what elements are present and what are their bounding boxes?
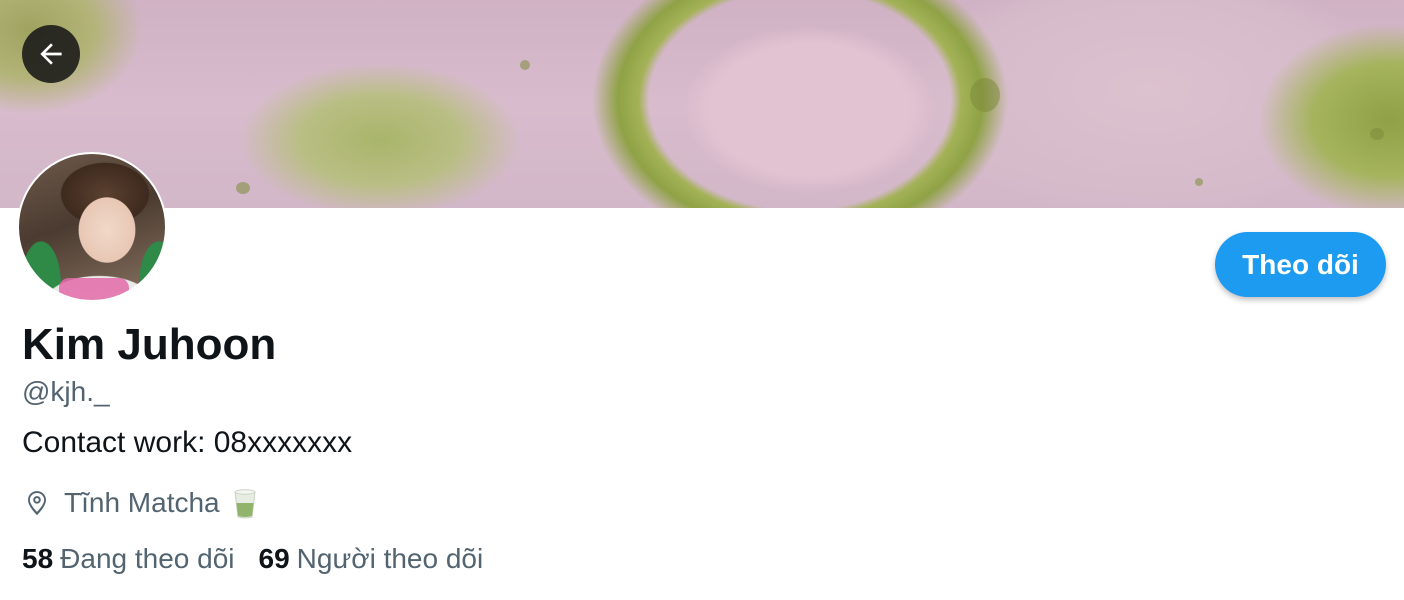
avatar-shirt-print [59,278,129,300]
profile-location: Tĩnh Matcha [22,484,258,522]
followers-stat[interactable]: 69 Người theo dõi [259,540,484,578]
follow-stats: 58 Đang theo dõi 69 Người theo dõi [22,540,507,578]
followers-count: 69 [258,543,290,574]
location-pin-icon [28,491,46,516]
profile-name: Kim Juhoon [22,320,277,369]
following-stat[interactable]: 58 Đang theo dõi [22,540,235,578]
back-button[interactable] [22,25,80,83]
location-text: Tĩnh Matcha [64,487,220,518]
profile-handle: @kjh._ [22,376,110,407]
follow-button[interactable]: Theo dõi [1215,232,1386,297]
profile-banner[interactable] [0,0,1404,208]
profile-avatar[interactable] [17,152,167,302]
profile-bio: Contact work: 08xxxxxxx [22,426,353,459]
followers-label: Người theo dõi [296,543,484,574]
following-label: Đang theo dõi [60,543,235,574]
following-count: 58 [22,543,54,574]
matcha-cup-icon [232,486,258,520]
arrow-left-icon [40,43,62,65]
